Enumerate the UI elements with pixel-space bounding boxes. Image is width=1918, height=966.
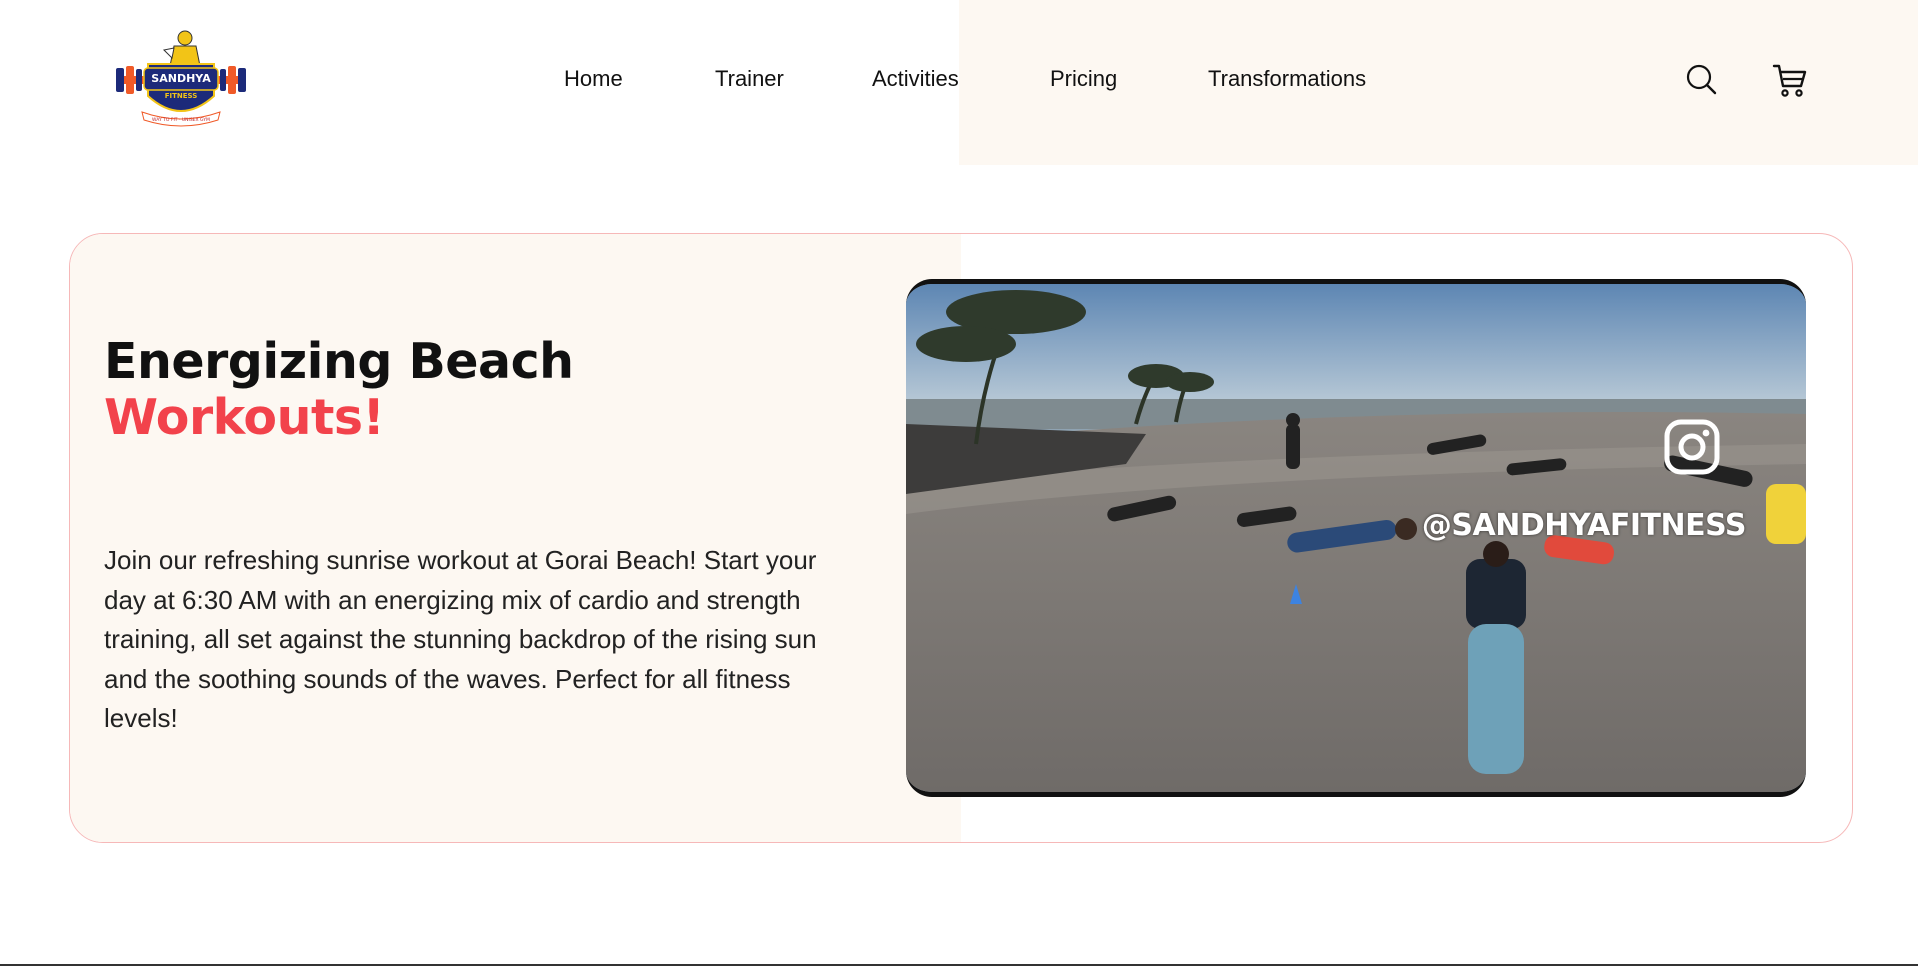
title-line-1: Energizing Beach bbox=[104, 333, 574, 390]
brand-logo[interactable]: SANDHYA FITNESS WAY TO FIT · UNISEX GYM bbox=[114, 26, 248, 132]
nav-trainer[interactable]: Trainer bbox=[715, 66, 784, 92]
search-icon bbox=[1686, 64, 1717, 95]
brand-logo-graphic: SANDHYA FITNESS WAY TO FIT · UNISEX GYM bbox=[116, 30, 246, 127]
nav-transformations[interactable]: Transformations bbox=[1208, 66, 1366, 92]
title-line-2: Workouts! bbox=[104, 389, 385, 446]
video-overlay-handle: @SANDHYAFITNESS bbox=[1421, 508, 1747, 543]
logo-name-text: SANDHYA bbox=[151, 72, 211, 85]
nav-pricing[interactable]: Pricing bbox=[1050, 66, 1117, 92]
cart-button[interactable] bbox=[1772, 62, 1807, 97]
nav-home[interactable]: Home bbox=[564, 66, 623, 92]
site-header: SANDHYA FITNESS WAY TO FIT · UNISEX GYM … bbox=[0, 0, 1918, 165]
workout-video[interactable]: @SANDHYAFITNESS bbox=[906, 279, 1806, 797]
logo-tagline-text: WAY TO FIT · UNISEX GYM bbox=[152, 117, 210, 123]
workout-description: Join our refreshing sunrise workout at G… bbox=[104, 545, 817, 733]
logo-sub-text: FITNESS bbox=[165, 92, 198, 100]
cart-icon bbox=[1772, 64, 1807, 97]
nav-activities[interactable]: Activities bbox=[872, 66, 959, 92]
instagram-icon bbox=[1664, 419, 1720, 475]
search-button[interactable] bbox=[1684, 62, 1718, 96]
card-left-background bbox=[70, 234, 961, 842]
page-title: Energizing Beach Workouts! bbox=[104, 334, 574, 446]
